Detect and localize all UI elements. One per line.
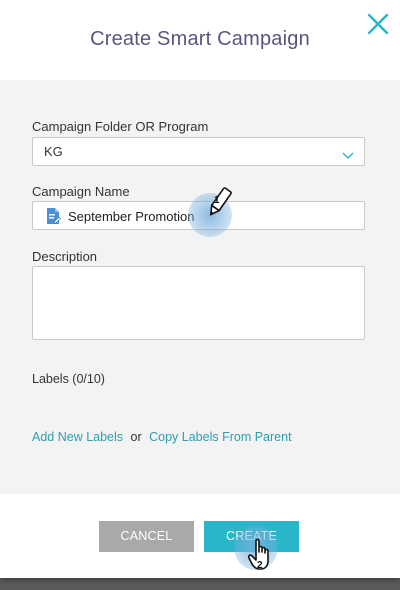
- or-text: or: [130, 430, 142, 444]
- folder-label: Campaign Folder OR Program: [32, 119, 209, 134]
- add-new-labels-link[interactable]: Add New Labels: [32, 430, 123, 444]
- campaign-name-label: Campaign Name: [32, 184, 130, 199]
- campaign-name-value: September Promotion: [68, 209, 195, 224]
- campaign-icon: [45, 207, 61, 230]
- dialog-title: Create Smart Campaign: [90, 28, 310, 50]
- dialog-body: Campaign Folder OR Program KG Campaign N…: [0, 80, 400, 494]
- copy-labels-link[interactable]: Copy Labels From Parent: [149, 430, 291, 444]
- step-1-number: 1: [214, 195, 220, 206]
- labels-count: Labels (0/10): [32, 372, 105, 386]
- dialog-header: Create Smart Campaign: [0, 0, 400, 80]
- folder-select[interactable]: KG: [32, 137, 365, 166]
- cancel-button[interactable]: CANCEL: [99, 521, 194, 552]
- dialog-footer: CANCEL CREATE: [0, 494, 400, 578]
- hand-cursor-icon: [247, 538, 276, 579]
- description-textarea[interactable]: [32, 266, 365, 340]
- chevron-down-icon: [342, 147, 354, 165]
- description-label: Description: [32, 249, 98, 264]
- close-icon[interactable]: [365, 11, 391, 37]
- labels-links: Add New Labels or Copy Labels From Paren…: [32, 430, 292, 444]
- folder-select-value: KG: [44, 144, 63, 159]
- step-2-number: 2: [257, 560, 263, 571]
- create-smart-campaign-dialog: Create Smart Campaign Campaign Folder OR…: [0, 0, 400, 578]
